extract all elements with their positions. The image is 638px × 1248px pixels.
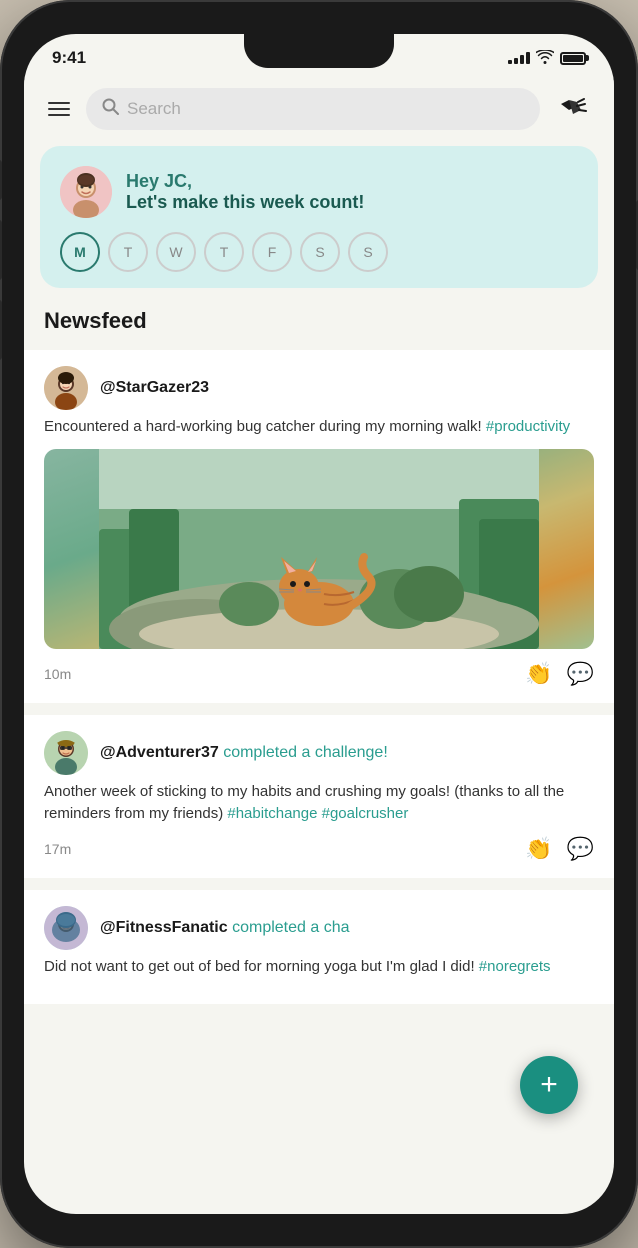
post-time: 17m (44, 841, 71, 857)
post-item: @StarGazer23 Encountered a hard-working … (24, 350, 614, 703)
post-avatar (44, 366, 88, 410)
newsfeed-title: Newsfeed (24, 308, 614, 350)
search-icon (102, 98, 119, 120)
day-saturday[interactable]: S (300, 232, 340, 272)
battery-icon (560, 52, 586, 65)
post-item: @FitnessFanatic completed a cha Did not … (24, 890, 614, 1005)
signal-icon (508, 52, 530, 64)
wifi-icon (536, 50, 554, 67)
post-username: @StarGazer23 (100, 379, 209, 397)
search-placeholder: Search (127, 99, 181, 119)
post-action-label: completed a challenge! (223, 744, 388, 761)
notch (244, 34, 394, 68)
search-bar[interactable]: Search (86, 88, 540, 130)
post-body: Encountered a hard-working bug catcher d… (44, 416, 594, 439)
clap-button[interactable]: 👏 (525, 836, 552, 862)
comment-button[interactable]: 💬 (567, 836, 594, 862)
greeting-line2: Let's make this week count! (126, 192, 364, 213)
status-icons (508, 50, 586, 67)
post-username: @FitnessFanatic (100, 919, 228, 936)
day-monday[interactable]: M (60, 232, 100, 272)
volume-up-button (0, 220, 2, 280)
post-body: Another week of sticking to my habits an… (44, 781, 594, 826)
comment-button[interactable]: 💬 (567, 661, 594, 687)
post-image (44, 449, 594, 649)
main-content: Search (24, 76, 614, 1214)
day-thursday[interactable]: T (204, 232, 244, 272)
post-hashtag: #habitchange #goalcrusher (227, 805, 408, 822)
week-days: M T W T F S S (60, 232, 578, 272)
volume-down-button (0, 300, 2, 360)
avatar (60, 166, 112, 218)
day-sunday[interactable]: S (348, 232, 388, 272)
day-friday[interactable]: F (252, 232, 292, 272)
hamburger-menu-button[interactable] (44, 98, 74, 120)
post-body: Did not want to get out of bed for morni… (44, 956, 594, 979)
phone-screen: 9:41 (24, 34, 614, 1214)
post-avatar (44, 731, 88, 775)
status-time: 9:41 (52, 48, 86, 68)
day-wednesday[interactable]: W (156, 232, 196, 272)
post-hashtag: #productivity (486, 418, 570, 435)
notification-button[interactable] (552, 88, 594, 130)
greeting-card: Hey JC, Let's make this week count! M T … (40, 146, 598, 288)
post-hashtag: #noregrets (479, 958, 551, 975)
post-action-label: completed a cha (232, 919, 349, 936)
post-avatar (44, 906, 88, 950)
clap-button[interactable]: 👏 (525, 661, 552, 687)
post-item: @Adventurer37 completed a challenge! Ano… (24, 715, 614, 878)
phone-frame: 9:41 (0, 0, 638, 1248)
fab-add-button[interactable]: + (520, 1056, 578, 1114)
post-time: 10m (44, 666, 71, 682)
silent-switch (0, 160, 2, 200)
day-tuesday[interactable]: T (108, 232, 148, 272)
post-username: @Adventurer37 (100, 744, 219, 761)
greeting-line1: Hey JC, (126, 171, 364, 192)
app-header: Search (24, 76, 614, 146)
